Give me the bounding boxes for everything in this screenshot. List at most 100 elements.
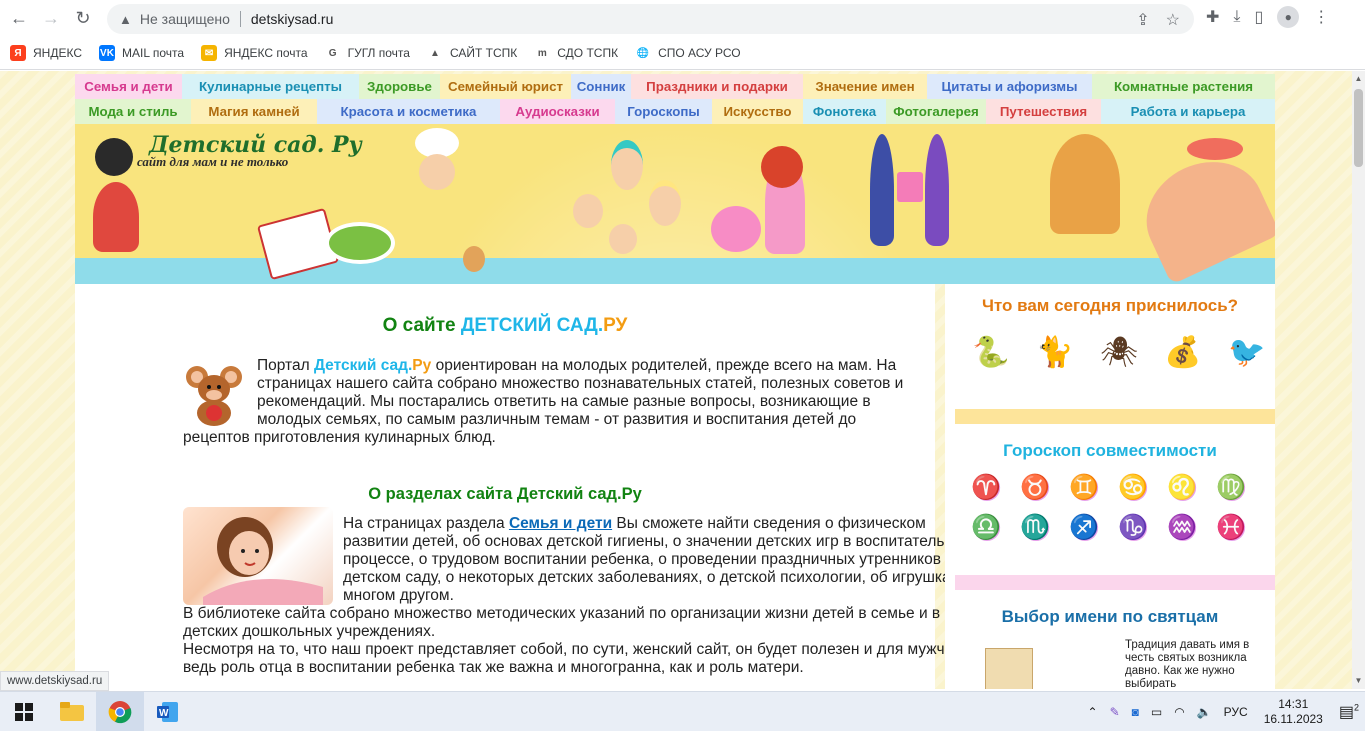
download-icon[interactable]: ⤓	[1233, 8, 1240, 26]
zodiac-sign-icon[interactable]: ♓	[1214, 512, 1248, 542]
pen-icon[interactable]: ✎	[1110, 705, 1120, 719]
family-kids-link[interactable]: Семья и дети	[509, 515, 612, 532]
zodiac-sign-icon[interactable]: ♑	[1116, 512, 1150, 542]
sections-para3: Несмотря на то, что наш проект представл…	[183, 641, 972, 676]
menu-kebab-icon[interactable]: ⋮	[1313, 7, 1329, 27]
security-icon[interactable]: ◙	[1132, 705, 1139, 719]
menu-item[interactable]: Кулинарные рецепты	[182, 74, 359, 99]
dream-icons: 🐍 🐈 🕷 💰 🐦	[965, 328, 1273, 376]
chef-face-icon	[419, 154, 455, 190]
bookmark-item[interactable]: VK MAIL почта	[98, 45, 184, 61]
shopping-bags-icon	[897, 172, 923, 202]
family-icon	[1050, 134, 1120, 234]
scroll-down-icon[interactable]: ▼	[1354, 676, 1363, 686]
menu-item[interactable]: Фонотека	[803, 99, 886, 124]
zodiac-sign-icon[interactable]: ♏	[1018, 512, 1052, 542]
menu-item[interactable]: Сонник	[571, 74, 631, 99]
zodiac-sign-icon[interactable]: ♐	[1067, 512, 1101, 542]
menu-item[interactable]: Искусство	[712, 99, 803, 124]
word-icon[interactable]: W	[144, 692, 192, 731]
address-bar[interactable]: ▲ Не защищено detskiysad.ru ⇪ ☆	[107, 4, 1194, 34]
zodiac-sign-icon[interactable]: ♍	[1214, 472, 1248, 502]
sidepanel-icon[interactable]: ▯	[1254, 7, 1263, 27]
bookmark-star-icon[interactable]: ☆	[1166, 10, 1180, 30]
banner-stripe	[75, 258, 1275, 284]
menu-item[interactable]: Семья и дети	[75, 74, 182, 99]
back-icon[interactable]: ←	[6, 6, 32, 32]
menu-row-1: Семья и дети Кулинарные рецепты Здоровье Се…	[75, 74, 1275, 99]
menu-item[interactable]: Мода и стиль	[75, 99, 191, 124]
sections-paragraph: На страницах раздела Семья и дети Вы смо…	[183, 507, 988, 677]
menu-item[interactable]: Путешествия	[986, 99, 1101, 124]
zodiac-sign-icon[interactable]: ♒	[1165, 512, 1199, 542]
menu-item[interactable]: Красота и косметика	[317, 99, 500, 124]
church-icon	[985, 648, 1033, 689]
horoscope-title[interactable]: Гороскоп совместимости	[945, 441, 1275, 461]
zodiac-sign-icon[interactable]: ♉	[1018, 472, 1052, 502]
security-label[interactable]: Не защищено	[140, 11, 230, 27]
scroll-up-icon[interactable]: ▲	[1354, 74, 1363, 84]
menu-item[interactable]: Значение имен	[803, 74, 927, 99]
bookmark-label: ЯНДЕКС почта	[224, 46, 308, 60]
notification-count: 2	[1353, 702, 1359, 713]
zodiac-sign-icon[interactable]: ♌	[1165, 472, 1199, 502]
notifications-icon[interactable]: ▤2	[1339, 702, 1359, 722]
menu-item[interactable]: Праздники и подарки	[631, 74, 803, 99]
bookmark-item[interactable]: ▲ САЙТ ТСПК	[426, 45, 517, 61]
cat-icon[interactable]: 🐈	[1029, 328, 1081, 376]
zodiac-sign-icon[interactable]: ♈	[969, 472, 1003, 502]
bookmark-item[interactable]: 🌐 СПО АСУ РСО	[635, 45, 741, 61]
menu-item[interactable]: Магия камней	[191, 99, 317, 124]
menu-item[interactable]: Цитаты и афоризмы	[927, 74, 1092, 99]
bookmark-item[interactable]: m СДО ТСПК	[534, 45, 618, 61]
menu-item[interactable]: Работа и карьера	[1101, 99, 1275, 124]
spider-icon[interactable]: 🕷	[1093, 328, 1145, 376]
google-icon: G	[324, 45, 341, 61]
zodiac-sign-icon[interactable]: ♋	[1116, 472, 1150, 502]
zodiac-sign-icon[interactable]: ♎	[969, 512, 1003, 542]
language-indicator[interactable]: РУС	[1224, 705, 1248, 719]
file-explorer-icon[interactable]	[48, 692, 96, 731]
sections-text-start: На страницах раздела	[343, 515, 509, 532]
shopping-girl-2-icon	[925, 134, 949, 246]
menu-item[interactable]: Фотогалерея	[886, 99, 986, 124]
page-scrollbar[interactable]: ▲ ▼	[1352, 71, 1365, 689]
menu-item[interactable]: Комнатные растения	[1092, 74, 1275, 99]
clock[interactable]: 14:31 16.11.2023	[1264, 697, 1323, 727]
reload-icon[interactable]: ↻	[70, 6, 96, 32]
wifi-icon[interactable]: ◠	[1174, 705, 1184, 719]
menu-item[interactable]: Здоровье	[359, 74, 440, 99]
warning-icon[interactable]: ▲	[119, 12, 132, 27]
bookmark-item[interactable]: ✉ ЯНДЕКС почта	[201, 45, 308, 61]
menu-item[interactable]: Семейный юрист	[440, 74, 571, 99]
volume-icon[interactable]: 🔈	[1197, 705, 1212, 719]
profile-avatar-icon[interactable]: ●	[1277, 6, 1300, 28]
snake-icon[interactable]: 🐍	[965, 328, 1017, 376]
battery-icon[interactable]: ▭	[1151, 705, 1162, 719]
url-text[interactable]: detskiysad.ru	[251, 11, 333, 27]
raven-icon[interactable]: 🐦	[1221, 328, 1273, 376]
bookmark-label: СПО АСУ РСО	[658, 46, 741, 60]
money-bag-icon[interactable]: 💰	[1157, 328, 1209, 376]
windows-start-icon[interactable]	[0, 692, 48, 731]
dream-book-title[interactable]: Что вам сегодня приснилось?	[945, 296, 1275, 316]
man-face-icon	[611, 140, 643, 190]
about-title: О сайте ДЕТСКИЙ САД.РУ	[75, 315, 935, 337]
menu-item[interactable]: Гороскопы	[615, 99, 712, 124]
pink-divider	[955, 575, 1275, 590]
names-title[interactable]: Выбор имени по святцам	[945, 607, 1275, 627]
bookmark-item[interactable]: G ГУГЛ почта	[324, 45, 410, 61]
share-icon[interactable]: ⇪	[1136, 10, 1149, 30]
chrome-icon[interactable]	[96, 691, 144, 731]
sidebar: Что вам сегодня приснилось? 🐍 🐈 🕷 💰 🐦 Го…	[945, 284, 1275, 689]
scroll-thumb[interactable]	[1354, 89, 1363, 167]
bookmark-item[interactable]: Я ЯНДЕКС	[10, 45, 82, 61]
extensions-icon[interactable]: ✚	[1206, 7, 1219, 27]
tray-chevron-icon[interactable]: ⌃	[1088, 705, 1098, 719]
zodiac-sign-icon[interactable]: ♊	[1067, 472, 1101, 502]
site-banner[interactable]: Детский сад. Ру сайт для мам и не только	[75, 124, 1275, 284]
clock-date: 16.11.2023	[1263, 712, 1323, 726]
sections-title: О разделах сайта Детский сад.Ру	[368, 485, 642, 503]
forward-icon[interactable]: →	[38, 6, 64, 32]
menu-item[interactable]: Аудиосказки	[500, 99, 615, 124]
